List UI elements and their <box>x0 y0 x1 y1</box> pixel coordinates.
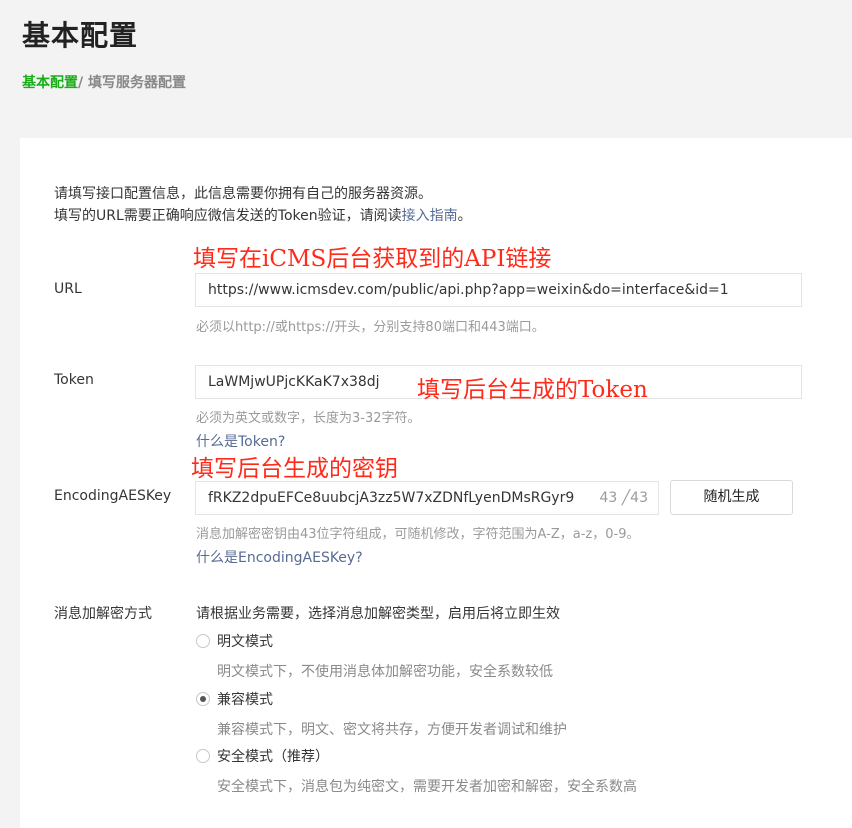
breadcrumb: 基本配置/ 填写服务器配置 <box>22 72 186 92</box>
what-is-aeskey-link[interactable]: 什么是EncodingAESKey? <box>196 547 363 567</box>
compatible-mode-desc: 兼容模式下，明文、密文将共存，方便开发者调试和维护 <box>217 722 567 738</box>
url-input[interactable]: https://www.icmsdev.com/public/api.php?a… <box>195 273 802 307</box>
url-label: URL <box>54 281 82 297</box>
token-annotation: 填写后台生成的Token <box>417 377 648 403</box>
intro-line-2-text: 填写的URL需要正确响应微信发送的Token验证，请阅读 <box>54 208 402 224</box>
intro-line-2-suffix: 。 <box>457 208 472 224</box>
breadcrumb-current: 填写服务器配置 <box>88 75 186 91</box>
radio-compatible-mode[interactable]: 兼容模式 <box>196 689 273 709</box>
intro-text: 请填写接口配置信息，此信息需要你拥有自己的服务器资源。 填写的URL需要正确响应… <box>54 183 472 227</box>
aes-key-counter: 43 ╱43 <box>597 482 648 514</box>
breadcrumb-home-link[interactable]: 基本配置 <box>22 75 78 91</box>
secure-mode-desc: 安全模式下，消息包为纯密文，需要开发者加密和解密，安全系数高 <box>217 779 637 795</box>
radio-icon[interactable] <box>196 634 210 648</box>
aes-hint: 消息加解密密钥由43位字符组成，可随机修改，字符范围为A-Z，a-z，0-9。 <box>196 527 640 542</box>
encryption-label: 消息加解密方式 <box>54 606 152 622</box>
token-hint: 必须为英文或数字，长度为3-32字符。 <box>196 411 421 426</box>
aes-key-value: fRKZ2dpuEFCe8uubcjA3zz5W7xZDNfLyenDMsRGy… <box>208 490 575 506</box>
intro-line-2: 填写的URL需要正确响应微信发送的Token验证，请阅读接入指南。 <box>54 205 472 227</box>
radio-plaintext-mode[interactable]: 明文模式 <box>196 631 273 651</box>
url-hint: 必须以http://或https://开头，分别支持80端口和443端口。 <box>196 320 545 335</box>
radio-label: 明文模式 <box>217 634 273 650</box>
random-generate-button[interactable]: 随机生成 <box>670 480 793 515</box>
url-annotation: 填写在iCMS后台获取到的API链接 <box>193 246 552 272</box>
intro-line-1: 请填写接口配置信息，此信息需要你拥有自己的服务器资源。 <box>54 186 432 202</box>
aes-label: EncodingAESKey <box>54 488 172 504</box>
token-label: Token <box>54 372 94 388</box>
breadcrumb-separator: / <box>78 75 84 91</box>
access-guide-link[interactable]: 接入指南 <box>402 208 458 224</box>
aes-key-input[interactable]: fRKZ2dpuEFCe8uubcjA3zz5W7xZDNfLyenDMsRGy… <box>195 481 659 515</box>
plaintext-mode-desc: 明文模式下，不使用消息体加解密功能，安全系数较低 <box>217 664 553 680</box>
radio-label: 安全模式（推荐） <box>217 749 329 765</box>
page-title: 基本配置 <box>22 19 139 52</box>
radio-icon-checked[interactable] <box>196 692 210 706</box>
radio-secure-mode[interactable]: 安全模式（推荐） <box>196 746 329 766</box>
what-is-token-link[interactable]: 什么是Token? <box>196 431 285 451</box>
aes-annotation: 填写后台生成的密钥 <box>191 456 398 482</box>
radio-icon[interactable] <box>196 749 210 763</box>
encryption-description: 请根据业务需要，选择消息加解密类型，启用后将立即生效 <box>196 606 560 622</box>
radio-label: 兼容模式 <box>217 692 273 708</box>
